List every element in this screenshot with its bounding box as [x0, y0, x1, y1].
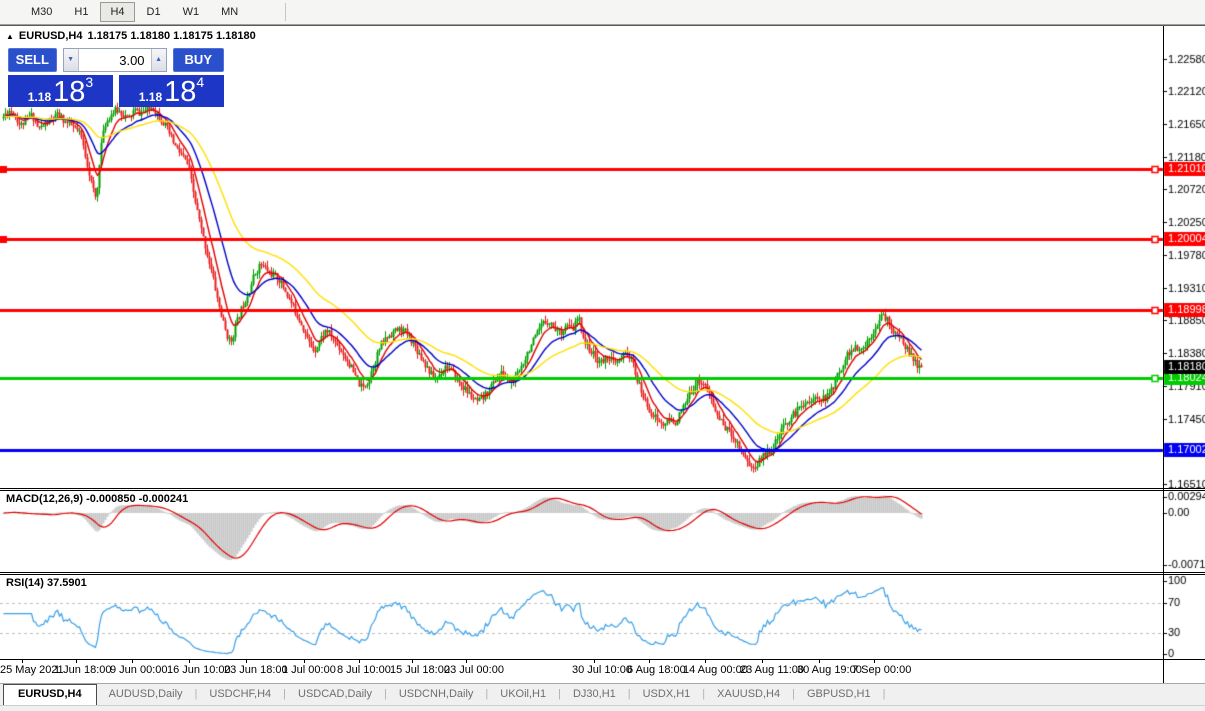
tab-dj30-h1[interactable]: DJ30,H1 [561, 684, 628, 705]
toolbar-separator [285, 3, 286, 21]
time-axis-tick [189, 660, 190, 663]
timeframe-button-w1[interactable]: W1 [173, 2, 210, 22]
time-axis-tick [649, 660, 650, 663]
time-axis-label: 30 Jul 10:00 [572, 664, 632, 676]
buy-price-big: 18 [164, 79, 196, 106]
collapse-triangle-icon[interactable]: ▲ [6, 32, 14, 41]
volume-stepper: ▼ ▲ [63, 48, 167, 72]
buy-price-prefix: 1.18 [139, 90, 162, 104]
timeframe-button-h1[interactable]: H1 [64, 2, 98, 22]
time-axis-tick [819, 660, 820, 663]
sell-price-sup: 3 [85, 75, 93, 89]
tab-usdchf-h4[interactable]: USDCHF,H4 [197, 684, 283, 705]
time-axis-label: 1 Jun 18:00 [54, 664, 112, 676]
time-axis[interactable]: 25 May 20211 Jun 18:009 Jun 00:0016 Jun … [0, 660, 1163, 683]
timeframe-button-d1[interactable]: D1 [137, 2, 171, 22]
timeframe-toolbar: M30H1H4D1W1MN [0, 0, 1205, 25]
tab-usdx-h1[interactable]: USDX,H1 [631, 684, 703, 705]
time-axis-tick [705, 660, 706, 663]
time-axis-label: 9 Jun 00:00 [110, 664, 168, 676]
tab-eurusd-h4[interactable]: EURUSD,H4 [3, 684, 97, 705]
time-axis-tick [594, 660, 595, 663]
buy-price-sup: 4 [196, 75, 204, 89]
rsi-indicator-canvas[interactable] [0, 575, 1205, 659]
time-axis-label: 8 Jul 10:00 [337, 664, 391, 676]
buy-price-panel[interactable]: 1.18 18 4 [119, 75, 224, 107]
sell-price-prefix: 1.18 [28, 90, 51, 104]
time-axis-label: 15 Jul 18:00 [390, 664, 450, 676]
pane-divider[interactable] [0, 574, 1205, 575]
one-click-trading-widget: SELL ▼ ▲ BUY 1.18 18 3 1.18 18 4 [8, 47, 224, 107]
sell-button[interactable]: SELL [8, 48, 57, 72]
macd-name: MACD(12,26,9) [6, 493, 83, 505]
terminal-window: M30H1H4D1W1MN ▲ EURUSD,H4 1.18175 1.1818… [0, 0, 1205, 711]
time-axis-tick [22, 660, 23, 663]
ohlc-values: 1.18175 1.18180 1.18175 1.18180 [88, 30, 256, 42]
tab-gbpusd-h1[interactable]: GBPUSD,H1 [795, 684, 883, 705]
time-axis-tick [76, 660, 77, 663]
status-bar [0, 705, 1205, 711]
timeframe-button-mn[interactable]: MN [211, 2, 248, 22]
time-axis-tick [466, 660, 467, 663]
rsi-value: 37.5901 [47, 577, 87, 589]
time-axis-tick [304, 660, 305, 663]
macd-values: -0.000850 -0.000241 [86, 493, 188, 505]
buy-button[interactable]: BUY [173, 48, 224, 72]
time-axis-tick [359, 660, 360, 663]
volume-increase-arrow-icon[interactable]: ▲ [151, 49, 166, 71]
sell-price-panel[interactable]: 1.18 18 3 [8, 75, 113, 107]
time-axis-label: 23 Jun 18:00 [224, 664, 288, 676]
time-axis-label: 6 Aug 18:00 [627, 664, 686, 676]
time-axis-tick [246, 660, 247, 663]
symbol-name: EURUSD,H4 [19, 30, 83, 42]
macd-label: MACD(12,26,9) -0.000850 -0.000241 [6, 493, 188, 505]
chart-tabs-bar: EURUSD,H4AUDUSD,Daily|USDCHF,H4|USDCAD,D… [0, 684, 1205, 705]
time-axis-label: 16 Jun 10:00 [167, 664, 231, 676]
timeframe-button-h4[interactable]: H4 [100, 2, 134, 22]
tab-usdcad-daily[interactable]: USDCAD,Daily [286, 684, 384, 705]
time-axis-label: 23 Aug 11:00 [740, 664, 804, 676]
time-axis-label: 23 Jul 00:00 [444, 664, 504, 676]
tab-ukoil-h1[interactable]: UKOil,H1 [488, 684, 558, 705]
pane-divider[interactable] [0, 488, 1205, 489]
volume-decrease-arrow-icon[interactable]: ▼ [64, 49, 79, 71]
tab-separator: | [883, 684, 886, 705]
timeframe-button-m30[interactable]: M30 [21, 2, 62, 22]
sell-price-big: 18 [53, 79, 85, 106]
time-axis-tick [132, 660, 133, 663]
tab-xauusd-h4[interactable]: XAUUSD,H4 [705, 684, 792, 705]
tab-audusd-daily[interactable]: AUDUSD,Daily [97, 684, 195, 705]
time-axis-tick [874, 660, 875, 663]
time-axis-label: 7 Sep 00:00 [852, 664, 911, 676]
chart-window: ▲ EURUSD,H4 1.18175 1.18180 1.18175 1.18… [0, 26, 1205, 683]
time-axis-tick [762, 660, 763, 663]
volume-input[interactable] [79, 49, 151, 71]
pane-divider[interactable] [0, 490, 1205, 491]
rsi-label: RSI(14) 37.5901 [6, 577, 87, 589]
symbol-ohlc-header: ▲ EURUSD,H4 1.18175 1.18180 1.18175 1.18… [6, 30, 256, 42]
time-axis-label: 1 Jul 00:00 [282, 664, 336, 676]
time-axis-tick [412, 660, 413, 663]
tab-usdcnh-daily[interactable]: USDCNH,Daily [387, 684, 486, 705]
pane-divider[interactable] [0, 572, 1205, 573]
rsi-name: RSI(14) [6, 577, 44, 589]
price-axis-line [1163, 26, 1164, 683]
time-axis-label: 14 Aug 00:00 [683, 664, 748, 676]
